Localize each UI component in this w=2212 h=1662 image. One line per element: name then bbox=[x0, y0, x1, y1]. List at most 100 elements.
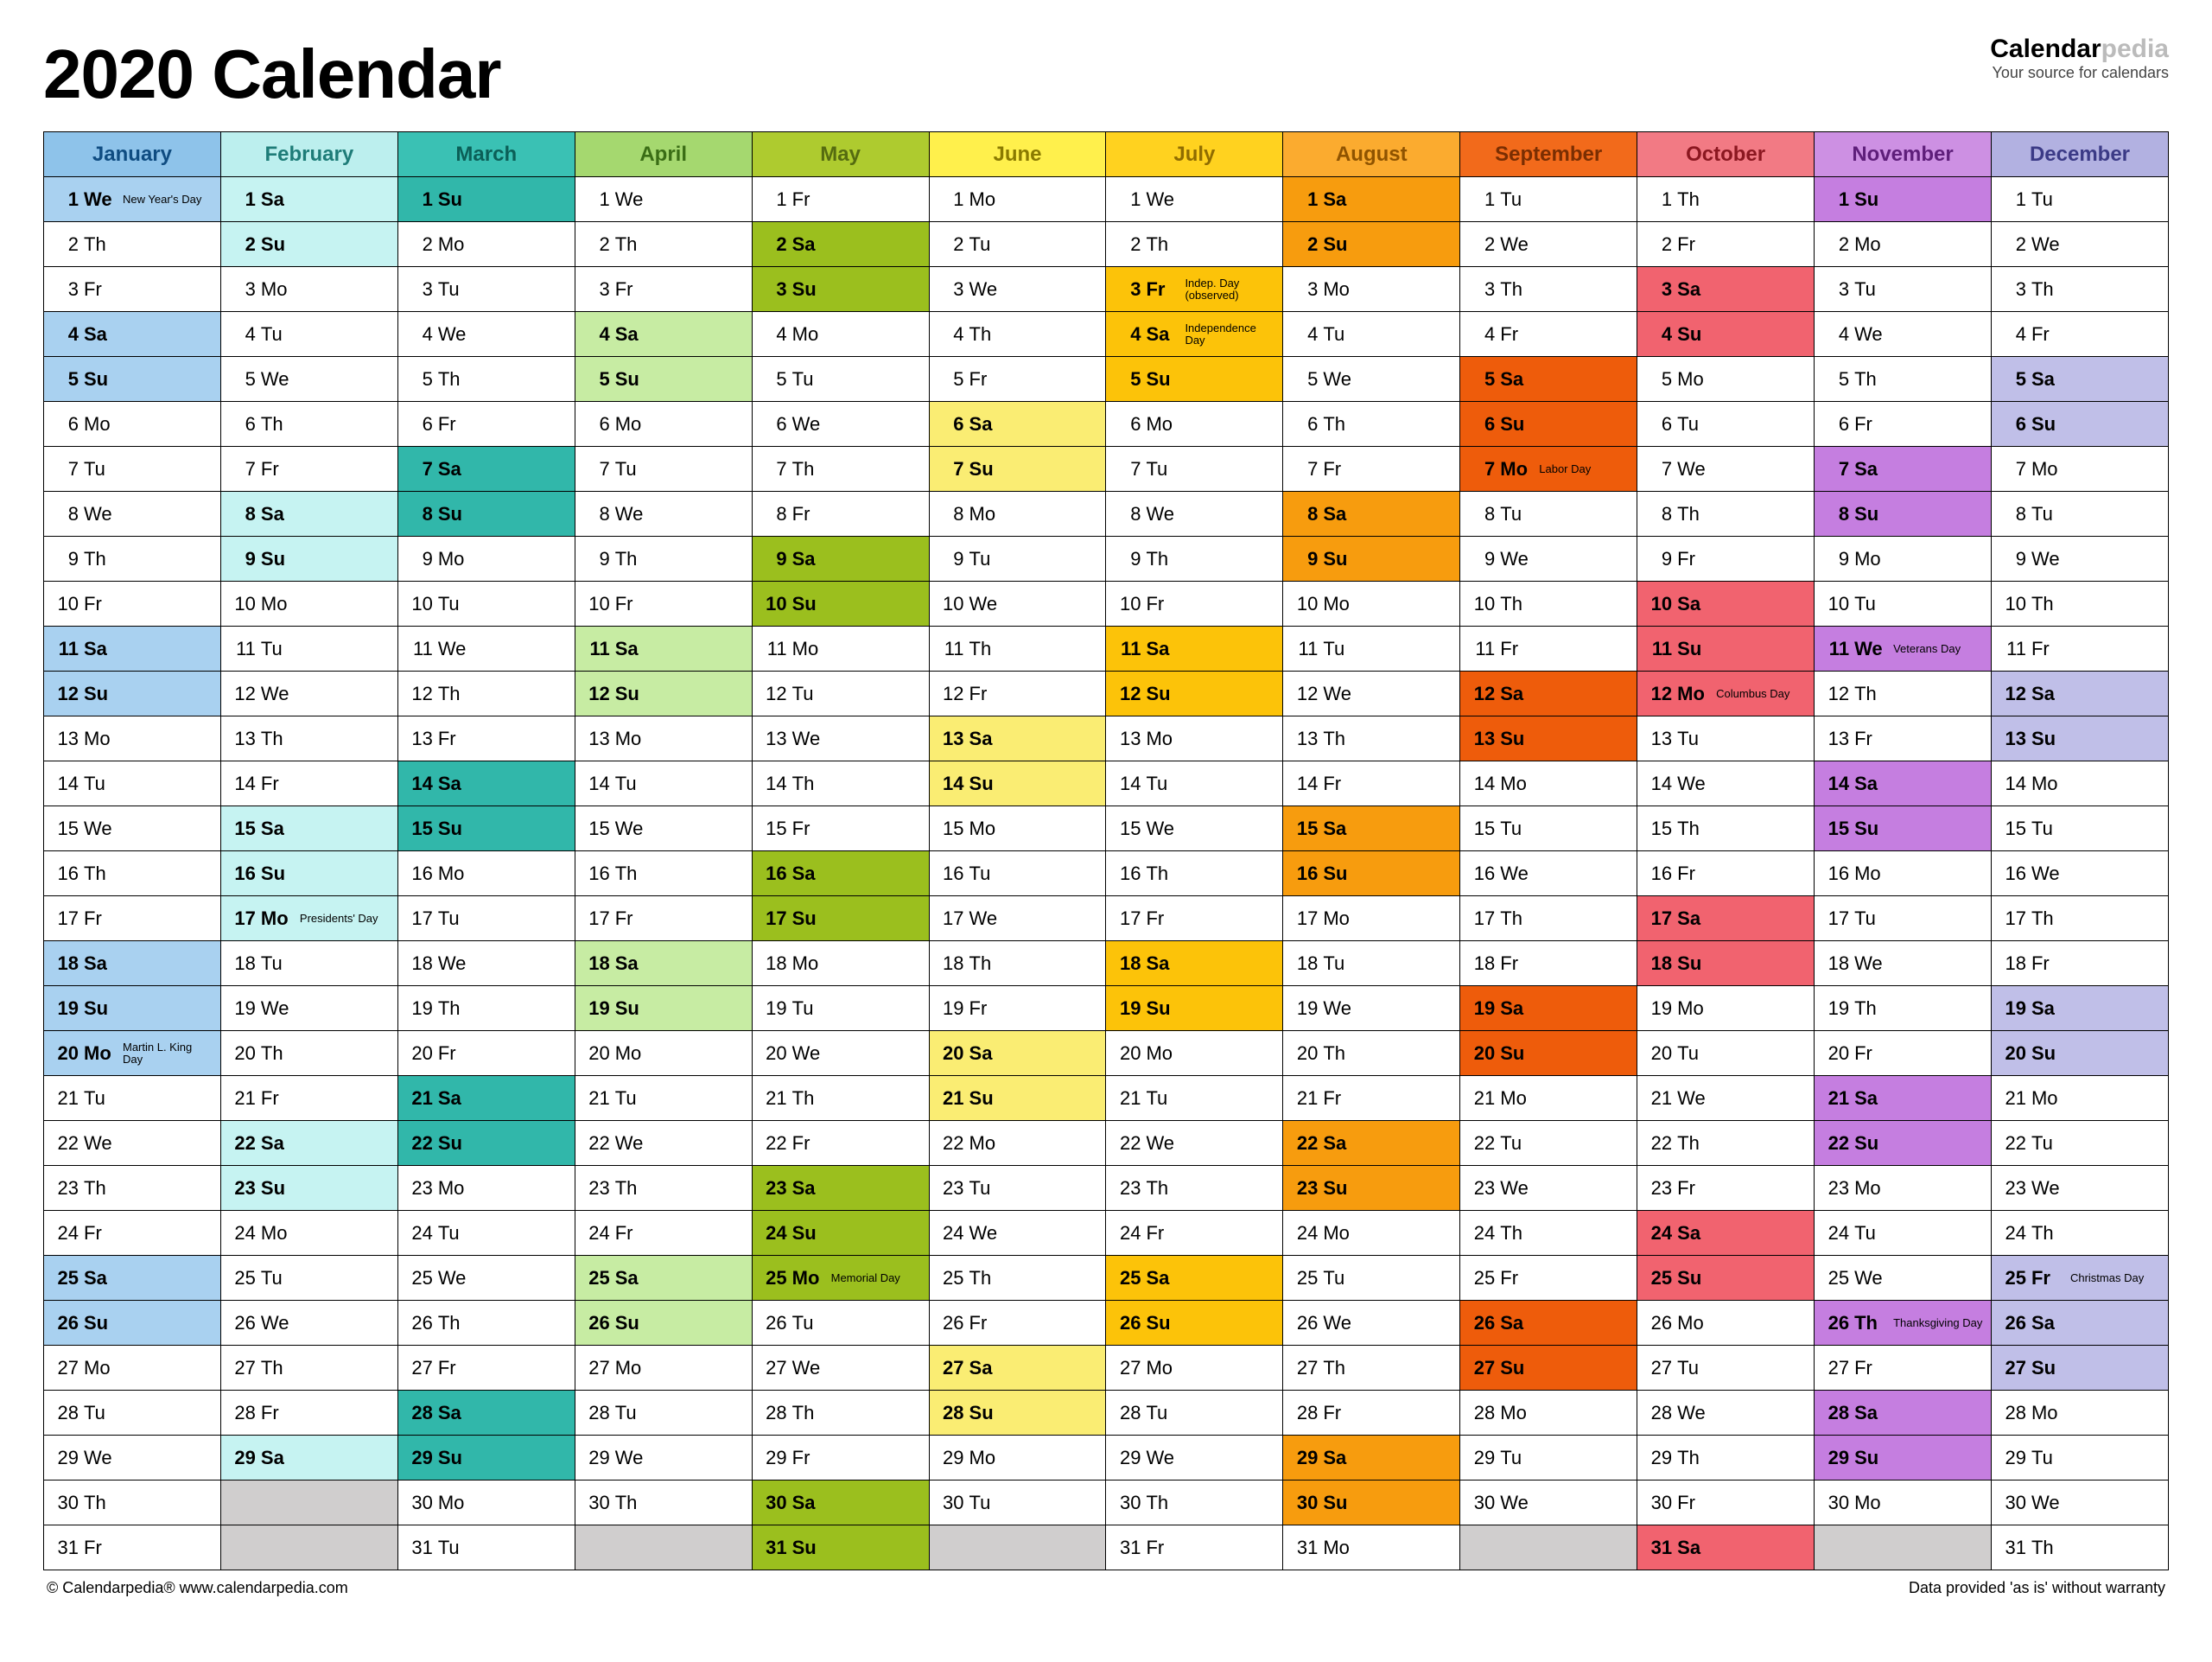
day-cell: 8Sa bbox=[1283, 492, 1460, 537]
day-of-week: Mo bbox=[256, 907, 297, 930]
day-number: 26 bbox=[1115, 1312, 1141, 1334]
day-cell: 25FrChristmas Day bbox=[1991, 1256, 2168, 1301]
month-header: July bbox=[1106, 132, 1283, 177]
day-cell: 31Fr bbox=[44, 1525, 221, 1570]
day-number: 1 bbox=[584, 188, 610, 211]
day-number: 12 bbox=[1823, 683, 1849, 705]
day-number: 7 bbox=[1469, 458, 1495, 481]
day-of-week: Sa bbox=[1672, 278, 1713, 301]
day-of-week: Fr bbox=[610, 593, 652, 615]
day-number: 25 bbox=[761, 1267, 787, 1289]
day-of-week: Sa bbox=[610, 1267, 652, 1289]
day-cell: 28Sa bbox=[1815, 1391, 1992, 1436]
day-cell: 17Tu bbox=[397, 896, 575, 941]
day-cell: 13Mo bbox=[1106, 716, 1283, 761]
day-number: 18 bbox=[1115, 952, 1141, 975]
day-of-week: Fr bbox=[787, 818, 829, 840]
day-number: 29 bbox=[1292, 1447, 1318, 1469]
day-number: 27 bbox=[938, 1357, 964, 1379]
day-of-week: Sa bbox=[256, 818, 297, 840]
day-cell: 1Fr bbox=[752, 177, 929, 222]
day-of-week: Th bbox=[1495, 907, 1536, 930]
day-cell: 23Th bbox=[1106, 1166, 1283, 1211]
day-number: 8 bbox=[761, 503, 787, 525]
day-number: 24 bbox=[230, 1222, 256, 1245]
day-of-week: Tu bbox=[1495, 188, 1536, 211]
day-cell: 10Fr bbox=[1106, 582, 1283, 627]
day-number: 27 bbox=[1115, 1357, 1141, 1379]
footer-left: © Calendarpedia® www.calendarpedia.com bbox=[47, 1579, 348, 1597]
day-cell: 10Tu bbox=[397, 582, 575, 627]
day-number: 17 bbox=[584, 907, 610, 930]
day-number: 1 bbox=[1469, 188, 1495, 211]
day-number: 15 bbox=[938, 818, 964, 840]
day-cell: 25Th bbox=[929, 1256, 1106, 1301]
day-number: 20 bbox=[584, 1042, 610, 1065]
day-cell: 6Sa bbox=[929, 402, 1106, 447]
holiday-label: Labor Day bbox=[1536, 463, 1631, 475]
day-cell: 18Sa bbox=[575, 941, 752, 986]
day-cell: 4We bbox=[1815, 312, 1992, 357]
day-cell: 22Tu bbox=[1991, 1121, 2168, 1166]
day-of-week: Th bbox=[1318, 1042, 1359, 1065]
day-cell: 7Tu bbox=[1106, 447, 1283, 492]
day-of-week: Sa bbox=[256, 188, 297, 211]
day-cell: 16Fr bbox=[1637, 851, 1815, 896]
day-number: 9 bbox=[1646, 548, 1672, 570]
day-of-week: Mo bbox=[256, 278, 297, 301]
day-number: 4 bbox=[1469, 323, 1495, 346]
day-of-week: Fr bbox=[1495, 323, 1536, 346]
day-number: 22 bbox=[1469, 1132, 1495, 1155]
day-cell: 28Sa bbox=[397, 1391, 575, 1436]
day-cell: 30We bbox=[1991, 1481, 2168, 1525]
day-of-week: Sa bbox=[1495, 368, 1536, 391]
day-of-week: Su bbox=[433, 818, 474, 840]
day-of-week: Tu bbox=[1672, 728, 1713, 750]
day-number: 30 bbox=[1115, 1492, 1141, 1514]
day-cell: 19Su bbox=[1106, 986, 1283, 1031]
day-cell: 25Sa bbox=[575, 1256, 752, 1301]
day-of-week: Fr bbox=[1318, 773, 1359, 795]
day-cell: 22Sa bbox=[220, 1121, 397, 1166]
day-cell: 13Th bbox=[1283, 716, 1460, 761]
day-cell: 3Th bbox=[1460, 267, 1637, 312]
day-number: 22 bbox=[230, 1132, 256, 1155]
day-of-week: Th bbox=[433, 1312, 474, 1334]
day-cell: 1Th bbox=[1637, 177, 1815, 222]
day-number: 14 bbox=[938, 773, 964, 795]
day-of-week: Su bbox=[787, 1537, 829, 1559]
day-number: 8 bbox=[407, 503, 433, 525]
day-cell: 16Su bbox=[1283, 851, 1460, 896]
day-cell: 7Fr bbox=[220, 447, 397, 492]
day-cell: 30Mo bbox=[1815, 1481, 1992, 1525]
day-cell: 8Su bbox=[397, 492, 575, 537]
day-number: 18 bbox=[2000, 952, 2026, 975]
day-number: 11 bbox=[938, 638, 964, 660]
day-cell: 16Th bbox=[575, 851, 752, 896]
day-cell: 4Th bbox=[929, 312, 1106, 357]
day-number: 14 bbox=[53, 773, 79, 795]
day-of-week: Su bbox=[1849, 818, 1891, 840]
day-cell: 7Tu bbox=[44, 447, 221, 492]
day-of-week: Fr bbox=[433, 1042, 474, 1065]
day-of-week: Tu bbox=[1849, 278, 1891, 301]
day-cell: 5Th bbox=[1815, 357, 1992, 402]
day-cell: 9Th bbox=[44, 537, 221, 582]
day-number: 6 bbox=[761, 413, 787, 436]
day-cell: 17Fr bbox=[1106, 896, 1283, 941]
day-of-week: Sa bbox=[1318, 188, 1359, 211]
day-of-week: Sa bbox=[433, 1087, 474, 1110]
day-cell: 15Th bbox=[1637, 806, 1815, 851]
day-of-week: Tu bbox=[256, 952, 297, 975]
day-number: 18 bbox=[53, 952, 79, 975]
day-of-week: We bbox=[433, 1267, 474, 1289]
day-cell: 4Tu bbox=[1283, 312, 1460, 357]
day-of-week: Tu bbox=[1495, 818, 1536, 840]
day-of-week: Fr bbox=[1141, 1222, 1182, 1245]
day-of-week: Su bbox=[1672, 952, 1713, 975]
day-number: 14 bbox=[761, 773, 787, 795]
day-cell: 9We bbox=[1460, 537, 1637, 582]
day-number: 22 bbox=[1115, 1132, 1141, 1155]
day-number: 23 bbox=[584, 1177, 610, 1200]
day-number: 1 bbox=[938, 188, 964, 211]
